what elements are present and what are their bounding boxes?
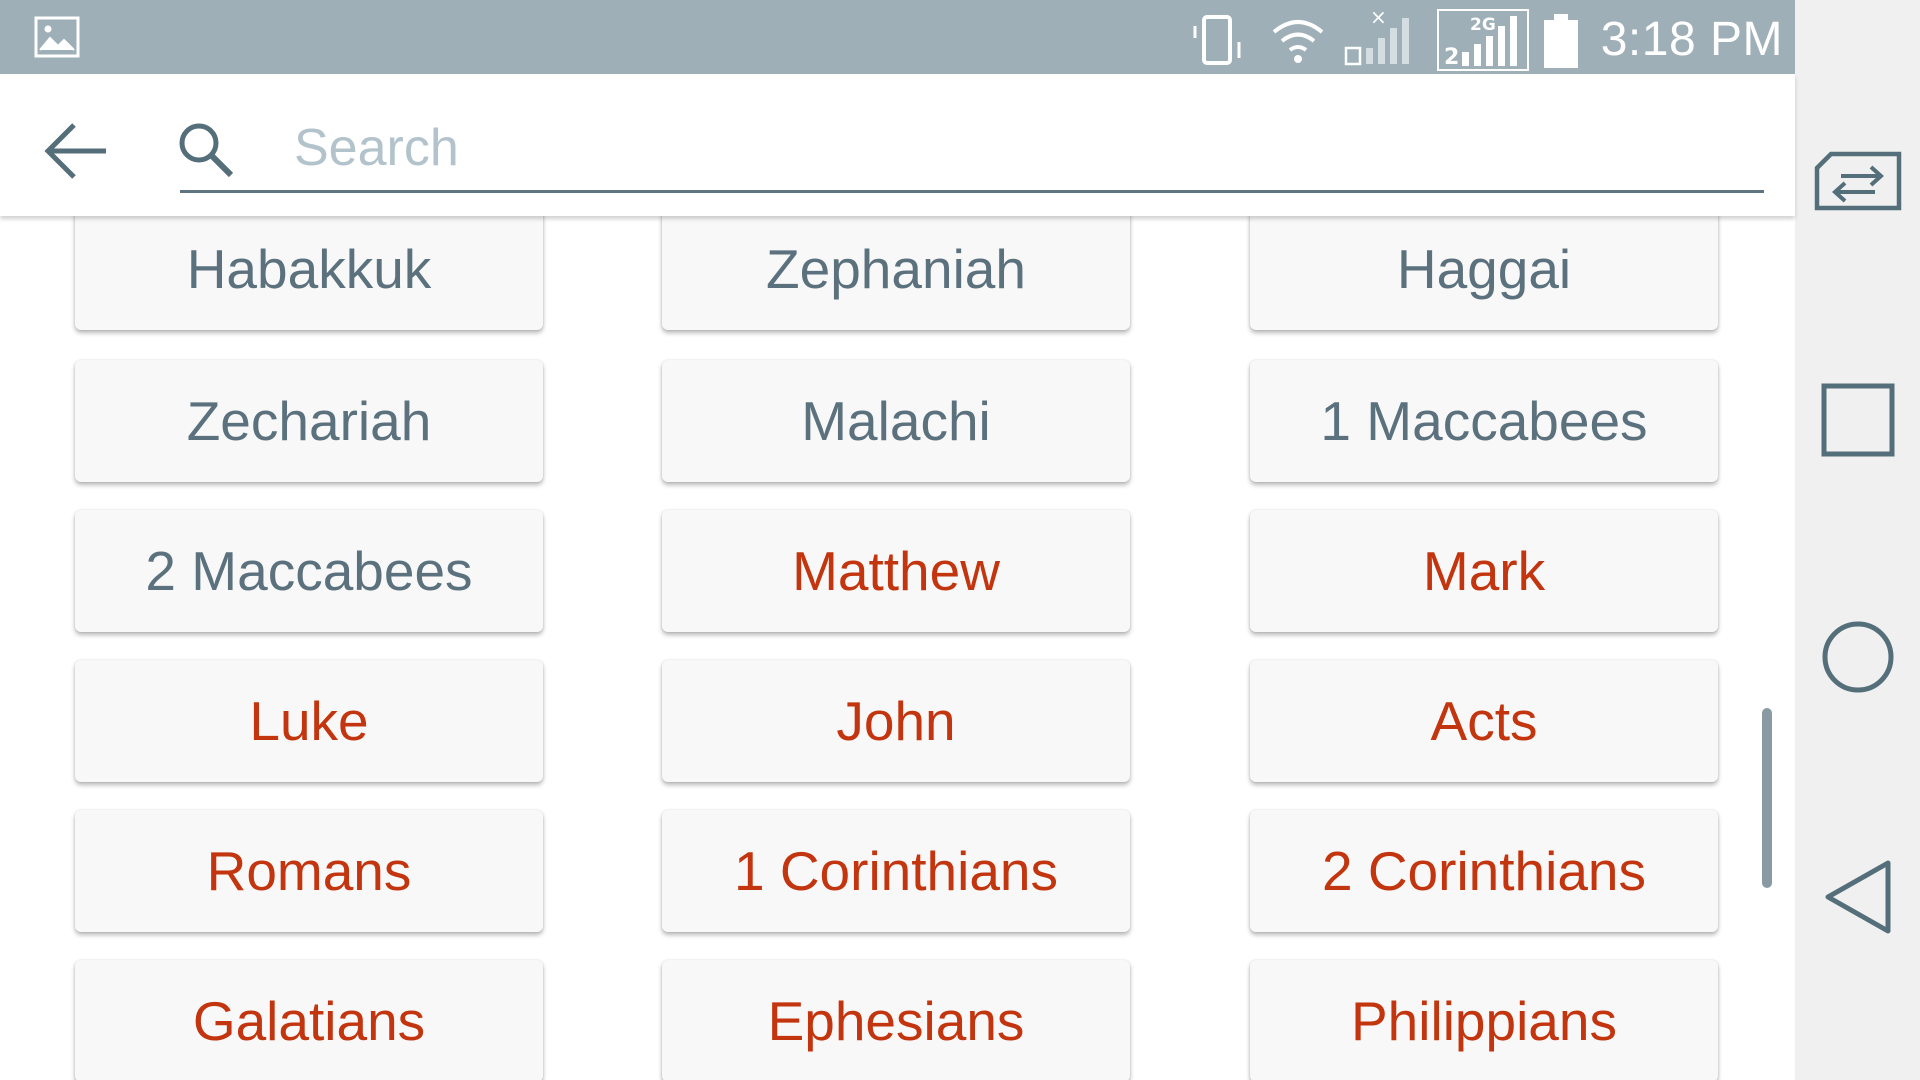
switch-sim-button[interactable] — [1795, 150, 1920, 214]
switch-sim-icon — [1814, 151, 1901, 211]
signal-sim2-icon: 2G 2 — [1437, 9, 1529, 71]
book-button-galatians[interactable]: Galatians — [75, 960, 543, 1080]
back-nav-icon — [1825, 860, 1890, 934]
book-button-mark[interactable]: Mark — [1250, 510, 1718, 632]
sim-slot-label: 2 — [1444, 45, 1459, 70]
back-nav-button[interactable] — [1795, 857, 1920, 937]
recents-button[interactable] — [1795, 382, 1920, 458]
search-underline — [180, 190, 1764, 193]
signal-sim1-icon: × — [1344, 8, 1409, 66]
recents-icon — [1821, 383, 1894, 457]
book-button-2-maccabees[interactable]: 2 Maccabees — [75, 510, 543, 632]
search-input[interactable] — [294, 112, 1754, 184]
wifi-icon — [1272, 20, 1324, 63]
status-time: 3:18 PM — [1600, 13, 1783, 66]
book-button-romans[interactable]: Romans — [75, 810, 543, 932]
book-button-philippians[interactable]: Philippians — [1250, 960, 1718, 1080]
arrow-left-icon — [44, 123, 106, 179]
back-button[interactable] — [40, 114, 114, 188]
gallery-icon — [34, 16, 80, 63]
book-button-matthew[interactable]: Matthew — [662, 510, 1130, 632]
book-grid[interactable]: Habakkuk Zephaniah Haggai Zechariah Mala… — [0, 216, 1795, 1080]
book-button-habakkuk[interactable]: Habakkuk — [75, 216, 543, 330]
book-button-acts[interactable]: Acts — [1250, 660, 1718, 782]
home-button[interactable] — [1795, 619, 1920, 695]
scrollbar-thumb[interactable] — [1762, 708, 1772, 888]
book-button-haggai[interactable]: Haggai — [1250, 216, 1718, 330]
battery-icon — [1544, 14, 1578, 68]
vibrate-icon — [1193, 15, 1241, 65]
book-button-1-corinthians[interactable]: 1 Corinthians — [662, 810, 1130, 932]
network-type-label: 2G — [1470, 15, 1496, 35]
svg-text:×: × — [1370, 8, 1387, 29]
navigation-bar — [1795, 0, 1920, 1080]
book-button-john[interactable]: John — [662, 660, 1130, 782]
book-button-zechariah[interactable]: Zechariah — [75, 360, 543, 482]
book-button-2-corinthians[interactable]: 2 Corinthians — [1250, 810, 1718, 932]
book-button-zephaniah[interactable]: Zephaniah — [662, 216, 1130, 330]
book-button-malachi[interactable]: Malachi — [662, 360, 1130, 482]
book-button-ephesians[interactable]: Ephesians — [662, 960, 1130, 1080]
home-icon — [1822, 621, 1893, 693]
book-button-luke[interactable]: Luke — [75, 660, 543, 782]
search-header — [0, 74, 1795, 216]
book-button-1-maccabees[interactable]: 1 Maccabees — [1250, 360, 1718, 482]
status-bar: × 2G 2 3:18 PM — [0, 0, 1795, 74]
search-icon — [176, 120, 236, 185]
